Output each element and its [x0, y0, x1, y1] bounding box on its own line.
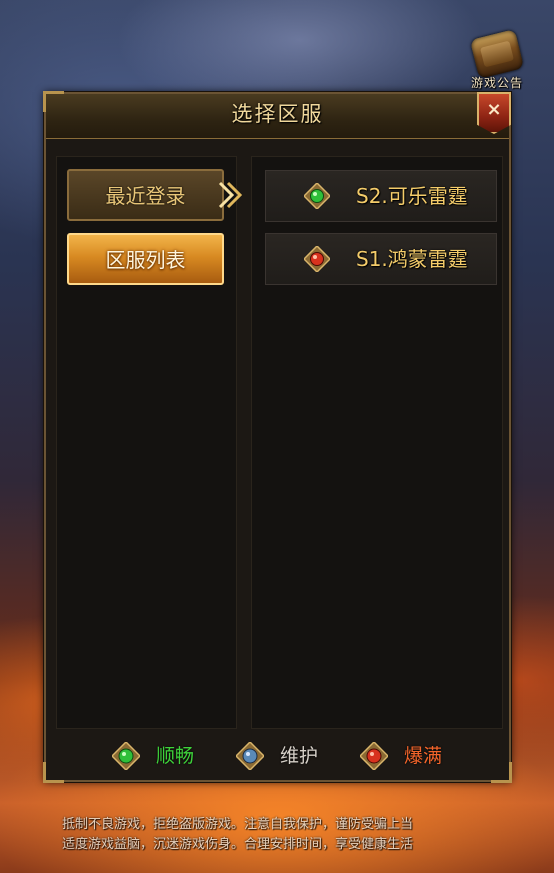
server-list-item[interactable]: S1.鸿蒙雷霆 — [265, 233, 497, 285]
legend-label: 爆满 — [404, 745, 443, 767]
legend-label: 维护 — [280, 745, 319, 767]
game-notice-label: 游戏公告 — [470, 76, 523, 90]
blue-gem-icon — [236, 742, 264, 770]
red-gem-icon — [360, 742, 388, 770]
health-notice-line: 抵制不良游戏，拒绝盗版游戏。注意自我保护，谨防受骗上当 — [62, 817, 414, 832]
dialog-title: 选择区服 — [231, 102, 324, 126]
health-notice: 抵制不良游戏，拒绝盗版游戏。注意自我保护，谨防受骗上当 适度游戏益脑，沉迷游戏伤… — [62, 815, 502, 855]
health-notice-line: 适度游戏益脑，沉迷游戏伤身。合理安排时间，享受健康生活 — [62, 837, 414, 852]
green-gem-icon — [304, 183, 330, 209]
close-icon: × — [486, 99, 502, 120]
green-gem-icon — [112, 742, 140, 770]
tab-recent-login[interactable]: 最近登录 — [67, 169, 224, 221]
game-screen: 游戏公告 选择区服 × 最近登录 区服列表 S2.可乐雷霆 S1.鸿蒙雷霆 顺畅… — [0, 0, 554, 873]
server-list-item[interactable]: S2.可乐雷霆 — [265, 170, 497, 222]
game-notice-button[interactable]: 游戏公告 — [466, 29, 528, 92]
server-list: S2.可乐雷霆 S1.鸿蒙雷霆 — [251, 156, 503, 729]
scroll-icon — [469, 29, 525, 79]
chevron-right-icon — [218, 181, 243, 209]
server-select-dialog: 选择区服 × 最近登录 区服列表 S2.可乐雷霆 S1.鸿蒙雷霆 顺畅 维护 爆… — [43, 91, 512, 783]
red-gem-icon — [304, 246, 330, 272]
legend-label: 顺畅 — [156, 745, 195, 767]
server-name: S2.可乐雷霆 — [356, 184, 468, 208]
status-legend: 顺畅 维护 爆满 — [56, 734, 503, 778]
tab-server-list[interactable]: 区服列表 — [67, 233, 224, 285]
dialog-title-bar: 选择区服 — [46, 94, 509, 139]
tab-column: 最近登录 区服列表 — [56, 156, 237, 729]
server-name: S1.鸿蒙雷霆 — [356, 247, 468, 271]
